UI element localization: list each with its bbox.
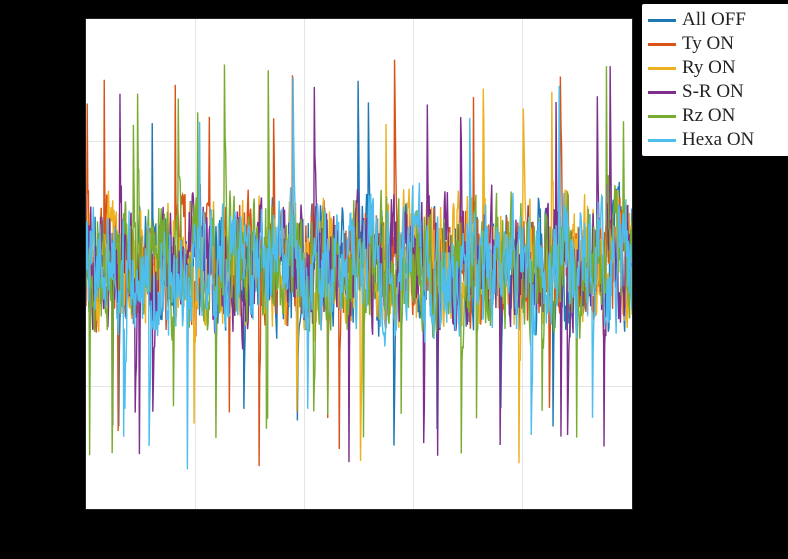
legend-label: All OFF [682,8,746,32]
legend-swatch-icon [648,115,676,118]
signal-canvas [86,19,632,509]
plot-area [85,18,633,510]
legend-swatch-icon [648,19,676,22]
legend-label: S-R ON [682,80,744,104]
legend-swatch-icon [648,67,676,70]
legend-label: Ty ON [682,32,734,56]
legend-label: Ry ON [682,56,736,80]
legend: All OFF Ty ON Ry ON S-R ON Rz ON Hexa ON [642,4,788,156]
legend-item-ty-on: Ty ON [648,32,788,56]
legend-label: Hexa ON [682,128,754,152]
legend-item-all-off: All OFF [648,8,788,32]
legend-swatch-icon [648,91,676,94]
legend-label: Rz ON [682,104,735,128]
figure: All OFF Ty ON Ry ON S-R ON Rz ON Hexa ON [0,0,788,559]
legend-swatch-icon [648,139,676,142]
legend-item-ry-on: Ry ON [648,56,788,80]
legend-item-sr-on: S-R ON [648,80,788,104]
legend-swatch-icon [648,43,676,46]
legend-item-rz-on: Rz ON [648,104,788,128]
legend-item-hexa-on: Hexa ON [648,128,788,152]
